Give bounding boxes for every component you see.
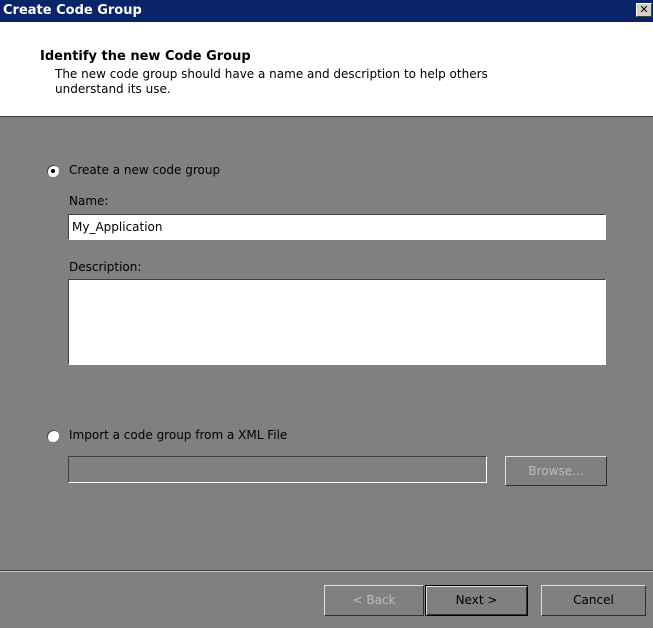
description-textarea[interactable] <box>68 279 606 365</box>
description-label: Description: <box>69 260 142 274</box>
close-button[interactable]: ✕ <box>636 3 652 17</box>
browse-button[interactable]: Browse... <box>505 456 607 486</box>
xml-file-path-input[interactable] <box>68 456 487 483</box>
header-description: The new code group should have a name an… <box>55 67 488 96</box>
import-xml-label[interactable]: Import a code group from a XML File <box>69 428 287 442</box>
title-bar: Create Code Group ✕ <box>0 0 653 22</box>
next-button[interactable]: Next > <box>425 585 528 616</box>
wizard-header: Identify the new Code Group The new code… <box>0 22 653 117</box>
create-new-label[interactable]: Create a new code group <box>69 163 220 177</box>
cancel-button[interactable]: Cancel <box>541 585 646 616</box>
window-title: Create Code Group <box>3 3 142 18</box>
create-new-radio[interactable] <box>47 165 59 177</box>
back-button[interactable]: < Back <box>324 585 424 616</box>
close-icon: ✕ <box>639 3 649 16</box>
radio-selected-dot <box>51 169 55 173</box>
footer-separator <box>0 570 653 572</box>
header-title: Identify the new Code Group <box>40 49 251 64</box>
name-input[interactable] <box>68 214 606 240</box>
name-label: Name: <box>69 194 109 208</box>
import-xml-radio[interactable] <box>47 430 59 442</box>
